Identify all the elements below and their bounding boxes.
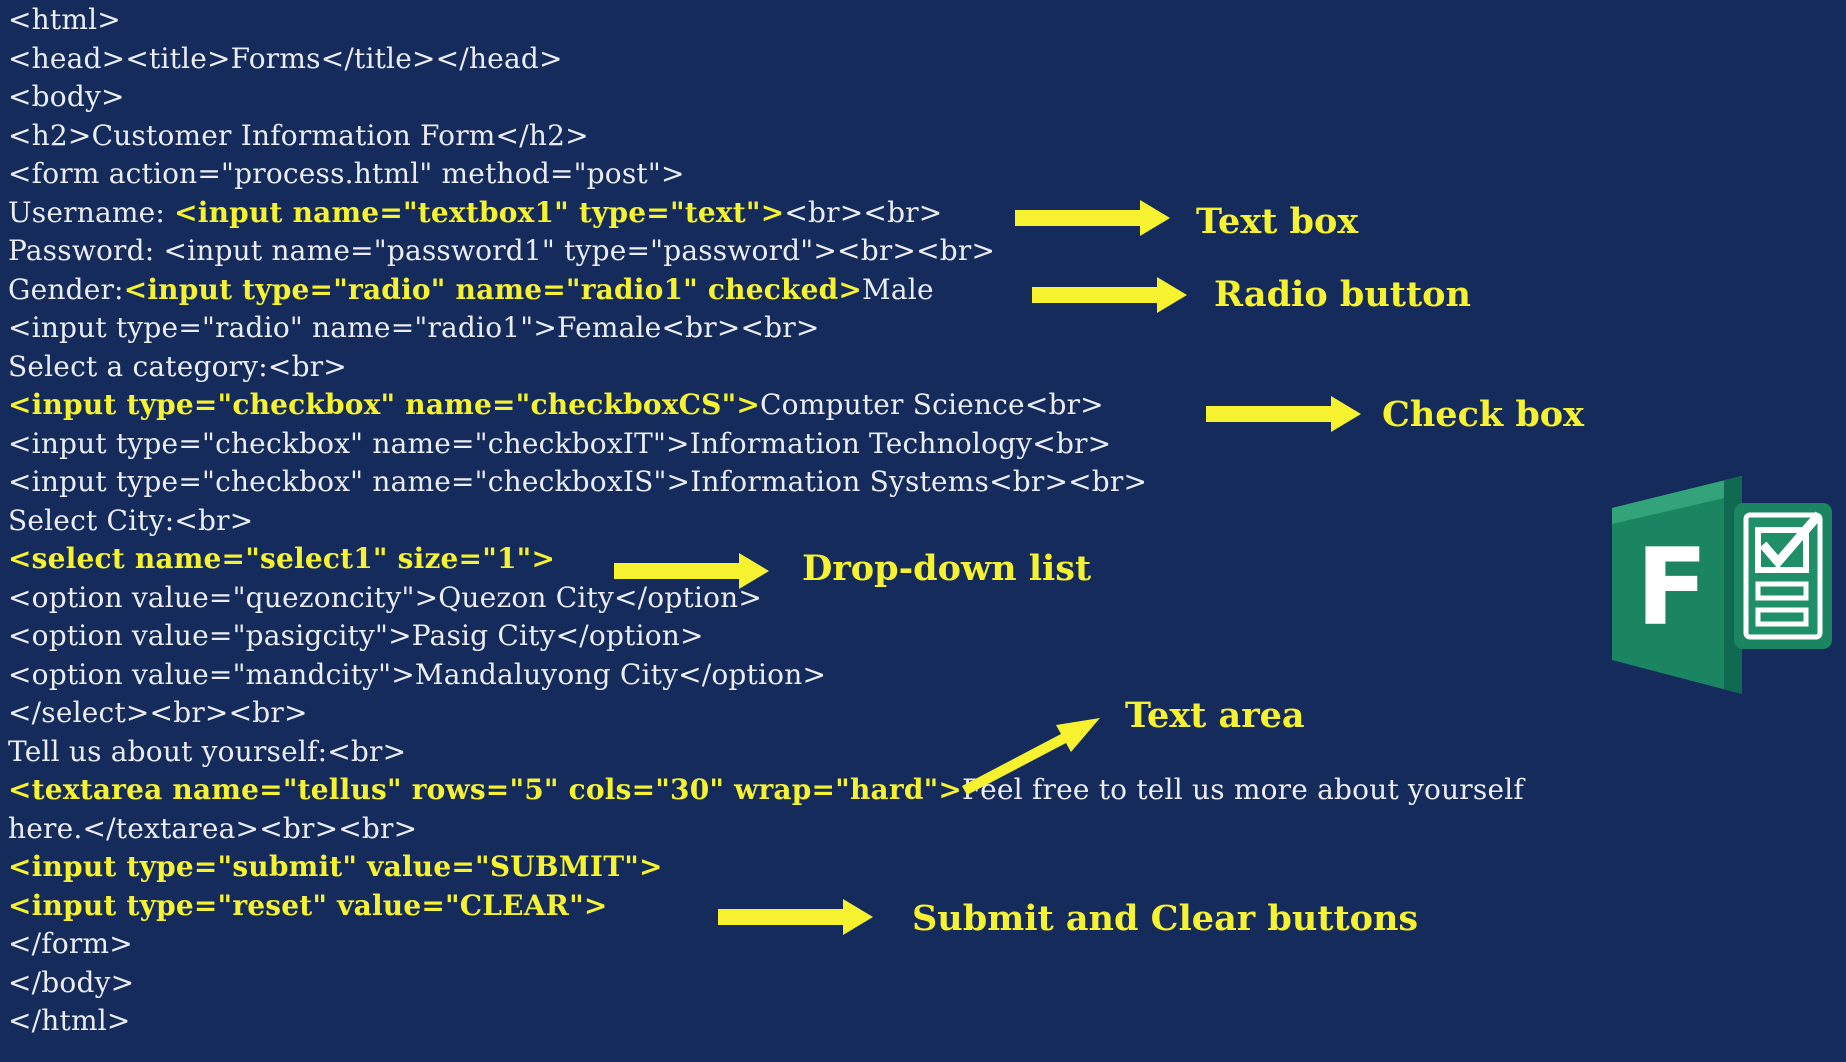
microsoft-forms-icon: F [1612,476,1832,694]
slide: <html> <head><title>Forms</title></head> <… [0,0,1846,1062]
arrow-text-area [962,718,1100,795]
arrow-submit-clear [718,899,873,935]
callout-check-box: Check box [1382,394,1585,435]
arrow-radio-button [1032,277,1187,313]
callout-submit-clear: Submit and Clear buttons [912,898,1419,939]
callout-drop-down-list: Drop-down list [802,548,1092,589]
forms-icon-letter: F [1636,526,1708,649]
arrow-drop-down-list [614,553,769,589]
callout-text-box: Text box [1196,201,1359,242]
callout-text-area: Text area [1125,695,1305,736]
callout-radio-button: Radio button [1214,274,1471,315]
arrow-check-box [1206,396,1361,432]
arrow-text-box [1015,200,1170,236]
